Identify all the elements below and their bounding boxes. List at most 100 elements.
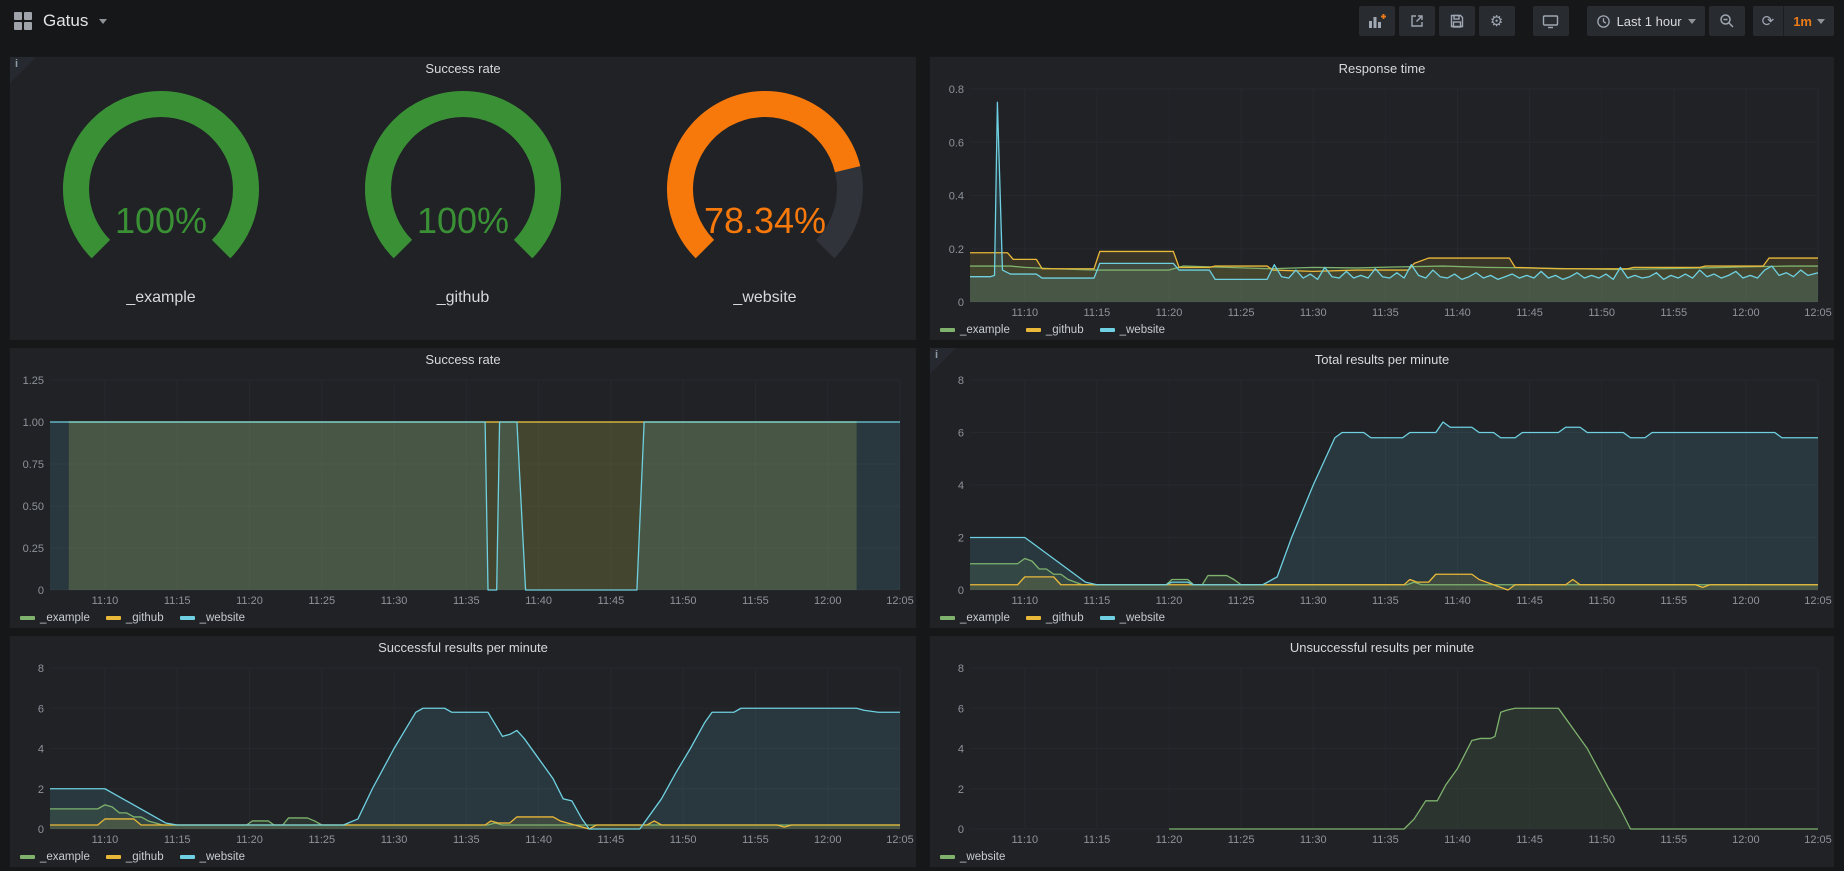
panel-info-icon[interactable]: i [930,348,956,374]
legend-swatch [106,616,121,620]
legend-item--example[interactable]: _example [940,612,1010,624]
gear-icon: ⚙ [1490,14,1503,29]
dashboards-icon [14,12,32,30]
svg-text:11:45: 11:45 [598,834,625,846]
legend-item--github[interactable]: _github [1026,612,1084,624]
svg-text:11:35: 11:35 [1372,307,1399,319]
svg-text:11:45: 11:45 [598,595,625,607]
panel-successful-results-per-minute-4: Successful results per minute11:1011:151… [9,635,917,868]
panel-title[interactable]: Success rate [10,348,916,372]
legend-item--example[interactable]: _example [940,324,1010,336]
save-button[interactable] [1439,6,1475,36]
navbar: Gatus ⚙ [0,0,1844,42]
legend-item--website[interactable]: _website [180,612,245,624]
legend-item--github[interactable]: _github [106,851,164,863]
svg-text:11:45: 11:45 [1516,834,1543,846]
gauge-label: _github [437,289,490,307]
svg-text:4: 4 [958,480,964,492]
time-series-chart[interactable]: 11:1011:1511:2011:2511:3011:3511:4011:45… [930,81,1834,320]
legend-label: _github [1046,612,1084,624]
svg-text:11:25: 11:25 [308,834,335,846]
legend-label: _example [40,612,90,624]
dashboard-title[interactable]: Gatus [43,11,88,31]
legend-label: _website [960,851,1005,863]
panel-title[interactable]: Response time [930,57,1834,81]
panel-success-rate-0: iSuccess rate100%_example100%_github78.3… [9,56,917,341]
svg-text:11:40: 11:40 [1444,834,1471,846]
panel-unsuccessful-results-per-minute-5: Unsuccessful results per minute11:1011:1… [929,635,1835,868]
legend-label: _example [40,851,90,863]
svg-text:0: 0 [38,824,44,836]
share-icon [1409,13,1425,29]
svg-text:1.25: 1.25 [23,375,44,387]
refresh-button[interactable]: ⟳ [1753,6,1784,36]
svg-text:8: 8 [38,663,44,675]
panel-success-rate-2: Success rate11:1011:1511:2011:2511:3011:… [9,347,917,629]
svg-text:11:25: 11:25 [1228,595,1255,607]
legend: _website [930,847,1834,867]
time-range-picker[interactable]: Last 1 hour [1587,6,1705,36]
svg-text:12:05: 12:05 [1804,834,1832,846]
legend-item--example[interactable]: _example [20,612,90,624]
legend-swatch [106,855,121,859]
legend-swatch [20,855,35,859]
panel-title[interactable]: Unsuccessful results per minute [930,636,1834,660]
settings-button[interactable]: ⚙ [1479,6,1515,36]
svg-text:12:00: 12:00 [814,834,842,846]
legend-item--website[interactable]: _website [180,851,245,863]
time-series-chart[interactable]: 11:1011:1511:2011:2511:3011:3511:4011:45… [930,660,1834,847]
svg-text:11:35: 11:35 [453,834,480,846]
svg-text:11:50: 11:50 [1588,595,1615,607]
dashboard-picker[interactable]: Gatus [14,11,107,31]
panel-title[interactable]: Total results per minute [930,348,1834,372]
svg-text:11:25: 11:25 [1228,834,1255,846]
refresh-interval-picker[interactable]: 1m [1783,6,1834,36]
legend-item--website[interactable]: _website [1100,324,1165,336]
svg-text:11:50: 11:50 [1588,834,1615,846]
gauge-label: _website [733,289,796,307]
legend-label: _website [200,612,245,624]
legend-label: _github [126,851,164,863]
svg-text:11:20: 11:20 [1156,834,1183,846]
legend-item--website[interactable]: _website [1100,612,1165,624]
legend-item--github[interactable]: _github [1026,324,1084,336]
svg-text:8: 8 [958,663,964,675]
add-panel-button[interactable] [1359,6,1395,36]
svg-text:6: 6 [958,703,964,715]
time-series-chart[interactable]: 11:1011:1511:2011:2511:3011:3511:4011:45… [10,372,916,608]
svg-text:11:45: 11:45 [1516,595,1543,607]
svg-text:12:00: 12:00 [1732,834,1760,846]
svg-text:0.25: 0.25 [23,543,44,555]
share-button[interactable] [1399,6,1435,36]
panel-title[interactable]: Successful results per minute [10,636,916,660]
time-series-chart[interactable]: 11:1011:1511:2011:2511:3011:3511:4011:45… [10,660,916,847]
panel-title[interactable]: Success rate [10,57,916,81]
svg-text:11:25: 11:25 [1228,307,1255,319]
cycle-view-button[interactable] [1533,6,1569,36]
svg-text:11:55: 11:55 [1660,595,1687,607]
legend: _example _github _website [930,608,1834,628]
monitor-icon [1542,13,1559,29]
svg-text:11:45: 11:45 [1516,307,1543,319]
legend: _example _github _website [10,847,916,867]
zoom-out-button[interactable] [1709,6,1745,36]
time-series-chart[interactable]: 11:1011:1511:2011:2511:3011:3511:4011:45… [930,372,1834,608]
legend-label: _github [1046,324,1084,336]
svg-text:12:05: 12:05 [1804,595,1832,607]
panel-info-icon[interactable]: i [10,57,36,83]
svg-text:12:05: 12:05 [886,834,914,846]
svg-text:11:25: 11:25 [308,595,335,607]
legend-item--github[interactable]: _github [106,612,164,624]
legend-swatch [1026,616,1041,620]
legend-item--example[interactable]: _example [20,851,90,863]
svg-text:11:20: 11:20 [236,595,263,607]
legend-label: _example [960,324,1010,336]
svg-text:4: 4 [958,744,964,756]
svg-text:2: 2 [38,784,44,796]
svg-text:11:30: 11:30 [1300,834,1327,846]
svg-text:0: 0 [958,824,964,836]
add-panel-icon [1368,13,1386,29]
legend-item--website[interactable]: _website [940,851,1005,863]
legend-swatch [180,855,195,859]
svg-text:11:55: 11:55 [742,595,769,607]
